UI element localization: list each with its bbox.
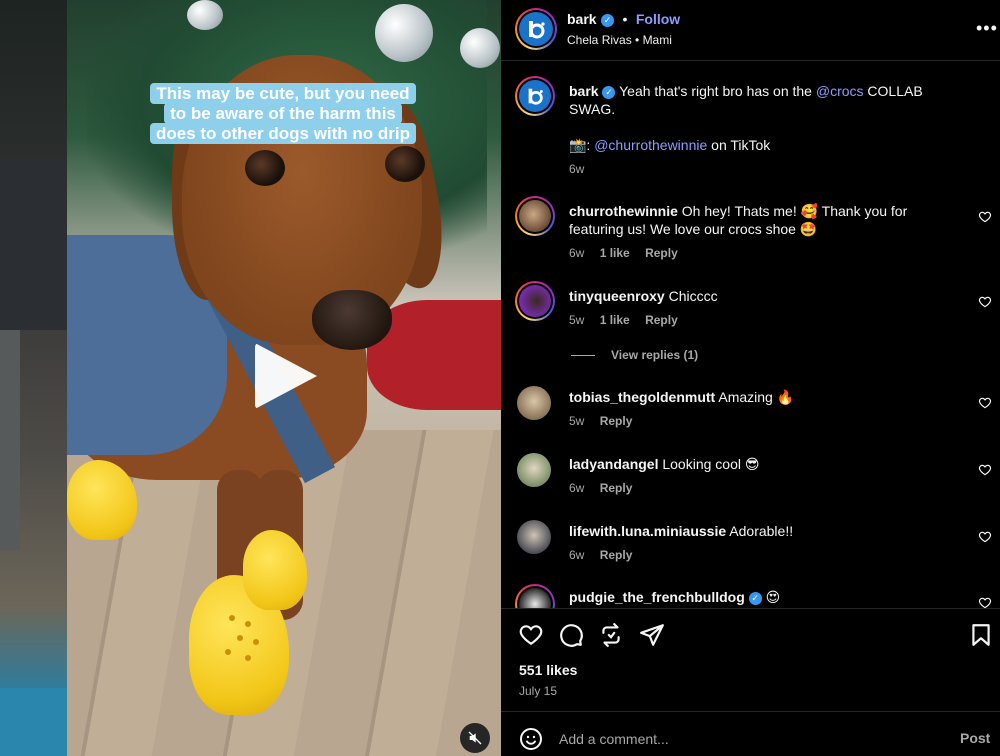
verified-icon: ✓: [601, 14, 615, 27]
reply-button[interactable]: Reply: [600, 481, 633, 495]
divider: [501, 608, 1000, 609]
share-icon[interactable]: [639, 622, 665, 648]
comment-username[interactable]: tinyqueenroxy: [569, 288, 665, 304]
caption-text: Yeah that's right bro has on the: [619, 83, 816, 99]
reply-button[interactable]: Reply: [645, 313, 678, 327]
comment-username[interactable]: tobias_thegoldenmutt: [569, 389, 715, 405]
credit-text: 📸:: [569, 137, 595, 153]
backdrop-shape: [0, 330, 20, 550]
comment-text: 😍: [765, 589, 781, 605]
post-date[interactable]: July 15: [519, 684, 557, 698]
comment-icon[interactable]: [558, 622, 584, 648]
comment-time[interactable]: 6w: [569, 548, 584, 562]
like-heart-icon[interactable]: [518, 622, 544, 648]
reply-button[interactable]: Reply: [600, 548, 633, 562]
bark-logo-icon: [528, 88, 543, 105]
background-backdrop: [0, 0, 67, 756]
video-player[interactable]: This may be cute, but you need to be awa…: [67, 0, 501, 756]
mute-button[interactable]: [460, 723, 490, 753]
bookmark-icon[interactable]: [968, 622, 994, 648]
verified-icon: ✓: [748, 592, 762, 605]
comment-likes[interactable]: 1 like: [600, 246, 630, 260]
comment-username[interactable]: lifewith.luna.miniaussie: [569, 523, 726, 539]
reply-button[interactable]: Reply: [645, 246, 678, 260]
avatar[interactable]: [515, 584, 555, 608]
post-header: bark ✓ • Follow Chela Rivas • Mami •••: [501, 0, 1000, 60]
reply-button[interactable]: Reply: [600, 414, 633, 428]
view-replies-button[interactable]: View replies (1): [571, 348, 698, 362]
comment-input[interactable]: [559, 728, 919, 750]
divider: [501, 60, 1000, 61]
like-comment-heart-icon[interactable]: [978, 210, 992, 224]
comment-text: Adorable!!: [729, 523, 794, 539]
add-comment-bar: Post: [501, 712, 1000, 756]
video-caption: This may be cute, but you need to be awa…: [147, 83, 419, 144]
comment-time[interactable]: 6w: [569, 481, 584, 495]
comment-likes[interactable]: 1 like: [600, 313, 630, 327]
bark-logo-icon: [529, 21, 545, 39]
play-icon[interactable]: [255, 343, 317, 409]
avatar[interactable]: [517, 453, 551, 487]
like-comment-heart-icon[interactable]: [978, 396, 992, 410]
ornament: [375, 4, 433, 62]
comment-username[interactable]: churrothewinnie: [569, 203, 678, 219]
audio-track[interactable]: Chela Rivas • Mami: [567, 33, 672, 47]
more-icon[interactable]: •••: [976, 18, 998, 39]
author-username[interactable]: bark: [567, 11, 597, 27]
like-count[interactable]: 551 likes: [519, 662, 577, 678]
credit-text: on TikTok: [707, 137, 771, 153]
repost-icon[interactable]: [598, 622, 624, 648]
mention-link[interactable]: @churrothewinnie: [594, 137, 707, 153]
comment-time[interactable]: 5w: [569, 313, 584, 327]
mute-icon: [468, 731, 482, 745]
comment-time[interactable]: 6w: [569, 246, 584, 260]
avatar[interactable]: [517, 386, 551, 420]
dog-nose: [312, 290, 392, 350]
comment-username[interactable]: pudgie_the_frenchbulldog: [569, 589, 745, 605]
follow-button[interactable]: Follow: [636, 11, 680, 27]
comment-username[interactable]: bark: [569, 83, 599, 99]
dog-eye: [245, 150, 285, 186]
avatar[interactable]: [515, 8, 557, 50]
like-comment-heart-icon[interactable]: [978, 530, 992, 544]
like-comment-heart-icon[interactable]: [978, 295, 992, 309]
backdrop-shape: [0, 160, 67, 330]
like-comment-heart-icon[interactable]: [978, 596, 992, 608]
avatar[interactable]: [515, 76, 555, 116]
like-comment-heart-icon[interactable]: [978, 463, 992, 477]
verified-icon: ✓: [602, 86, 616, 99]
avatar[interactable]: [515, 281, 555, 321]
post-panel: bark ✓ • Follow Chela Rivas • Mami ••• b…: [501, 0, 1000, 756]
emoji-icon[interactable]: [519, 727, 543, 751]
avatar[interactable]: [517, 520, 551, 554]
mention-link[interactable]: @crocs: [816, 83, 864, 99]
post-comment-button[interactable]: Post: [960, 730, 990, 746]
comment-text: Chicccc: [668, 288, 718, 304]
comment-username[interactable]: ladyandangel: [569, 456, 658, 472]
comment-text: Amazing 🔥: [718, 389, 795, 405]
dog-eye: [385, 146, 425, 182]
action-bar: [501, 614, 1000, 654]
divider: [571, 355, 595, 357]
comment-text: Looking cool 😎: [662, 456, 760, 472]
avatar[interactable]: [515, 196, 555, 236]
comment-time[interactable]: 6w: [569, 162, 584, 176]
backdrop-shape: [0, 688, 67, 756]
ornament: [460, 28, 500, 68]
comments-list[interactable]: bark ✓ Yeah that's right bro has on the …: [501, 62, 1000, 608]
ornament: [187, 0, 223, 30]
separator-dot: •: [622, 11, 628, 27]
comment-time[interactable]: 5w: [569, 414, 584, 428]
